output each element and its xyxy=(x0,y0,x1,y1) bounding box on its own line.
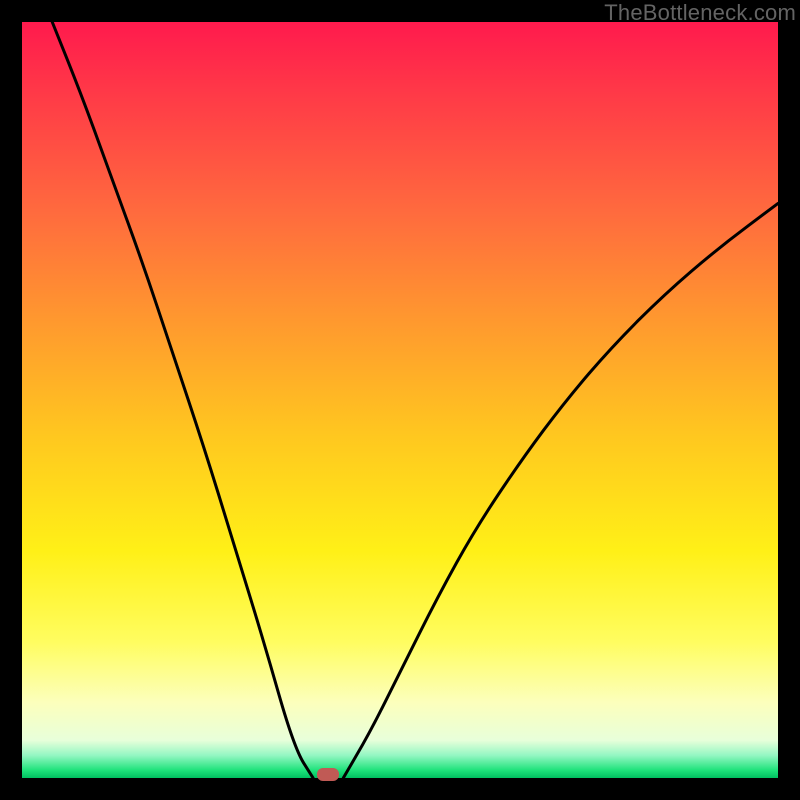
curve-left-branch xyxy=(52,22,313,778)
bottleneck-curve xyxy=(22,22,778,778)
optimal-point-marker xyxy=(317,768,339,781)
chart-frame xyxy=(22,22,778,778)
curve-right-branch xyxy=(343,203,778,778)
